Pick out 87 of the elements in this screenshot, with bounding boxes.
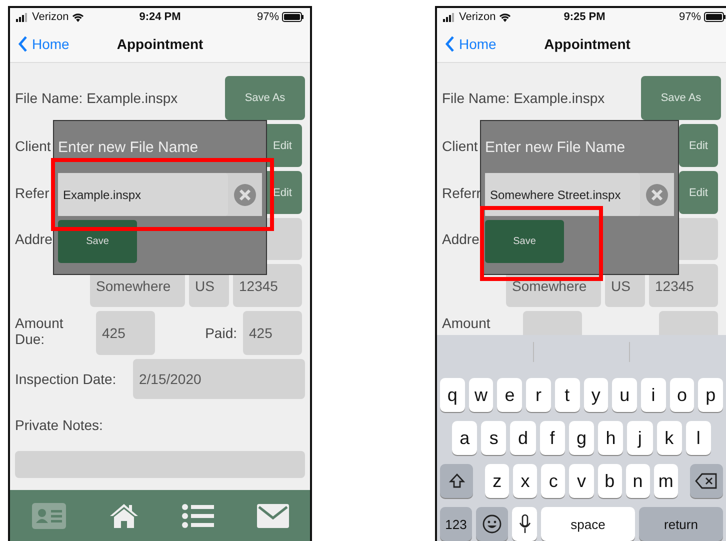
field-label: File Name: Example.inspx	[15, 90, 178, 106]
back-chevron-icon[interactable]	[445, 36, 455, 52]
dialog-title: Enter new File Name	[58, 139, 200, 156]
field-label: Referr	[442, 184, 481, 200]
shift-icon[interactable]	[448, 473, 464, 489]
dialog-title: Enter new File Name	[485, 139, 626, 156]
key[interactable]: x	[513, 464, 538, 498]
key[interactable]: g	[568, 421, 594, 455]
backspace-icon[interactable]	[695, 473, 718, 489]
screen-title: Appointment	[544, 36, 630, 52]
key[interactable]: v	[569, 464, 594, 498]
input-field[interactable]: 425	[96, 311, 155, 355]
microphone-key[interactable]	[512, 507, 537, 541]
clear-icon[interactable]	[646, 184, 668, 206]
save-as-button[interactable]: Save As	[641, 76, 721, 120]
save-button[interactable]: Save	[58, 220, 137, 263]
key[interactable]: p	[698, 378, 724, 412]
field-label: Client	[15, 138, 51, 154]
date-field[interactable]: 2/15/2020	[133, 359, 305, 399]
key[interactable]: i	[640, 378, 666, 412]
status-time: 9:25 PM	[564, 11, 606, 23]
notes-field[interactable]	[15, 451, 305, 478]
key[interactable]: d	[510, 421, 536, 455]
status-time: 9:24 PM	[139, 11, 181, 23]
screen-title: Appointment	[116, 36, 204, 52]
field-label: Addre	[442, 231, 480, 247]
key[interactable]: a	[452, 421, 478, 455]
smiley-icon[interactable]	[482, 514, 502, 534]
key[interactable]: b	[598, 464, 622, 498]
field-label: Refer	[15, 184, 50, 200]
key[interactable]: z	[485, 464, 510, 498]
battery-icon	[704, 12, 726, 22]
shift-key[interactable]	[440, 464, 473, 498]
back-link[interactable]: Home	[18, 36, 70, 52]
field-label: Inspection Date:	[15, 371, 116, 387]
key[interactable]: e	[497, 378, 522, 412]
clear-icon[interactable]	[234, 184, 256, 206]
carrier-name: Verizon	[32, 11, 69, 23]
microphone-icon[interactable]	[518, 514, 530, 534]
return-key[interactable]: return	[639, 507, 723, 541]
envelope-icon[interactable]	[256, 504, 288, 528]
input-field[interactable]: 425	[243, 311, 302, 355]
key[interactable]: m	[654, 464, 678, 498]
key[interactable]: h	[598, 421, 624, 455]
field-label: Paid:	[205, 325, 237, 341]
field-label: Client	[442, 138, 478, 154]
save-button[interactable]: Save	[485, 220, 564, 263]
space-key[interactable]: space	[541, 507, 635, 541]
key[interactable]: r	[526, 378, 551, 412]
field-label: Amount	[442, 314, 492, 332]
field-label: Addre	[15, 231, 52, 247]
key[interactable]: s	[481, 421, 506, 455]
back-link[interactable]: Home	[445, 36, 496, 52]
battery-icon	[282, 12, 304, 22]
key[interactable]: q	[440, 378, 465, 412]
key[interactable]: j	[627, 421, 653, 455]
field-label: Private Notes:	[15, 417, 103, 433]
key[interactable]: o	[670, 378, 694, 412]
key[interactable]: k	[656, 421, 682, 455]
file-name-field[interactable]: Example.inspx	[58, 173, 228, 216]
list-icon[interactable]	[182, 504, 214, 528]
file-name-field[interactable]: Somewhere Street.inspx	[485, 173, 640, 216]
key[interactable]: f	[540, 421, 565, 455]
field-label: Amount Due:	[15, 314, 64, 348]
key[interactable]: y	[584, 378, 608, 412]
backspace-key[interactable]	[690, 464, 723, 498]
carrier-name: Verizon	[459, 11, 496, 23]
key[interactable]: c	[541, 464, 566, 498]
wifi-icon	[498, 12, 511, 22]
battery-percent: 97%	[678, 11, 701, 23]
key[interactable]: l	[686, 421, 711, 455]
key[interactable]: t	[554, 378, 580, 412]
numbers-key[interactable]: 123	[440, 507, 472, 541]
wifi-icon	[72, 12, 84, 22]
field-label: File Name: Example.inspx	[442, 90, 605, 106]
back-chevron-icon[interactable]	[18, 36, 28, 52]
emoji-key[interactable]	[476, 507, 508, 541]
signal-icon	[16, 12, 29, 22]
signal-icon	[443, 12, 456, 22]
edit-button[interactable]: Edit	[679, 124, 718, 167]
key[interactable]: w	[468, 378, 494, 412]
edit-button[interactable]: Edit	[679, 171, 718, 214]
save-as-button[interactable]: Save As	[225, 76, 305, 120]
home-icon[interactable]	[108, 502, 138, 528]
key[interactable]: u	[612, 378, 637, 412]
battery-percent: 97%	[256, 11, 279, 23]
key[interactable]: n	[626, 464, 650, 498]
